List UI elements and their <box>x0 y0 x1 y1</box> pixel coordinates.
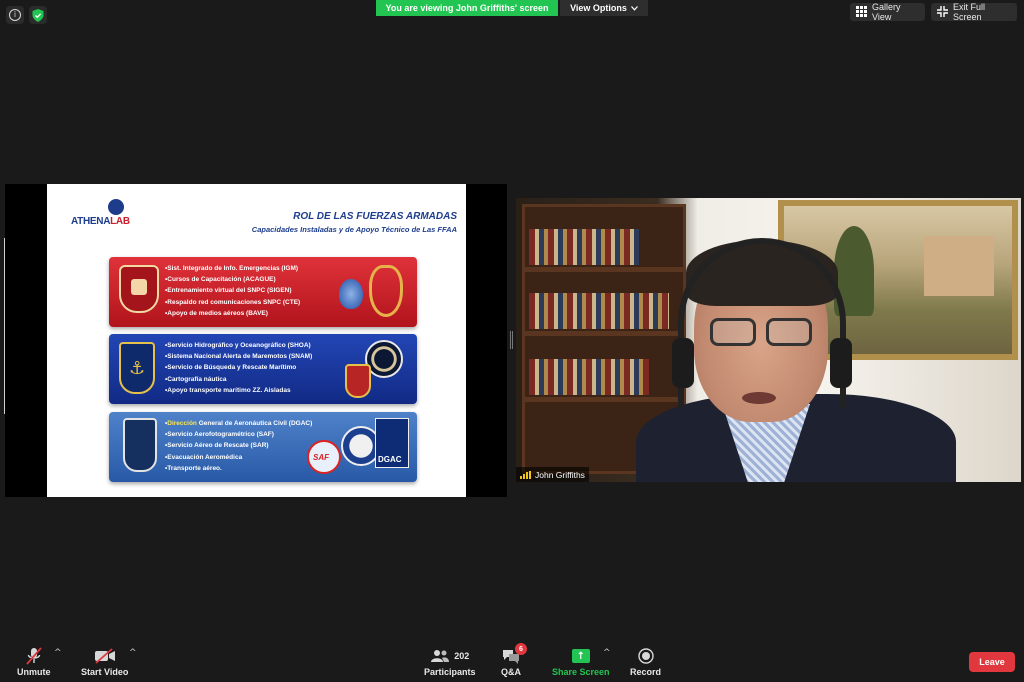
list-item: Dirección General de Aeronáutica Civil (… <box>165 418 312 429</box>
list-item: Servicio Hidrográfico y Oceanográfico (S… <box>165 340 312 351</box>
qa-button[interactable]: 6 Q&A <box>501 643 527 677</box>
qa-label: Q&A <box>501 667 521 677</box>
headset-earcup-right <box>830 338 852 388</box>
dgac-logo: DGAC <box>375 418 409 468</box>
video-camera-off-icon <box>94 645 116 667</box>
list-item: Sistema Nacional Alerta de Maremotos (SN… <box>165 351 312 362</box>
start-video-label: Start Video <box>81 667 129 677</box>
athenalab-logo: ATHENALAB <box>71 199 137 233</box>
navy-capabilities-band: ⚓ Servicio Hidrográfico y Oceanográfico … <box>109 334 417 404</box>
air-force-capabilities-band: Dirección General de Aeronáutica Civil (… <box>109 412 417 482</box>
share-screen-label: Share Screen <box>552 667 610 677</box>
list-item: Respaldo red comunicaciones SNPC (CTE) <box>165 297 300 308</box>
share-screen-button[interactable]: ↑ Share Screen <box>552 645 610 677</box>
navy-anchor-emblem-icon: ⚓ <box>119 342 155 394</box>
slide-subtitle: Capacidades Instaladas y de Apoyo Técnic… <box>251 225 457 234</box>
share-screen-icon-wrap: ↑ <box>571 645 590 667</box>
video-options-caret-icon[interactable]: ^ <box>129 648 137 658</box>
record-icon <box>637 645 654 667</box>
list-item: Servicio de Búsqueda y Rescate Marítimo <box>165 362 312 373</box>
exit-full-screen-button[interactable]: Exit Full Screen <box>931 2 1017 22</box>
participants-icon-wrap: 202 <box>430 645 469 667</box>
logo-text: ATHENALAB <box>71 216 130 227</box>
microphone-muted-icon <box>26 645 42 667</box>
air-force-emblem-icon <box>123 418 157 472</box>
gallery-view-button[interactable]: Gallery View <box>850 2 925 22</box>
army-capabilities-list: Sist. Integrado de Info. Emergencias (IG… <box>165 263 300 319</box>
list-item: Servicio Aerofotogramétrico (SAF) <box>165 429 312 440</box>
record-button[interactable]: Record <box>630 645 661 677</box>
person-mouth <box>742 392 776 404</box>
participants-icon <box>431 650 450 662</box>
security-shield-icon[interactable] <box>29 6 47 24</box>
army-aviation-emblem-icon <box>369 265 403 317</box>
headset-earcup-left <box>672 338 694 388</box>
presentation-slide: ATHENALAB ROL DE LAS FUERZAS ARMADAS Cap… <box>47 184 466 497</box>
participants-button[interactable]: 202 Participants <box>424 645 476 677</box>
list-item: Evacuación Aeromédica <box>165 452 312 463</box>
list-item: Entrenamiento virtual del SNPC (SIGEN) <box>165 285 300 296</box>
participant-video-tile[interactable]: John Griffiths <box>516 198 1021 482</box>
participant-name: John Griffiths <box>535 469 585 480</box>
list-item: Cursos de Capacitación (ACAGUE) <box>165 274 300 285</box>
chevron-down-icon <box>630 3 638 13</box>
army-emblem-icon <box>119 265 159 313</box>
unmute-button[interactable]: Unmute <box>17 645 51 677</box>
exit-full-screen-label: Exit Full Screen <box>953 2 986 22</box>
gallery-view-label: Gallery View <box>872 2 901 22</box>
leave-button[interactable]: Leave <box>969 652 1015 672</box>
air-force-capabilities-list: Dirección General de Aeronáutica Civil (… <box>165 418 312 474</box>
logo-globe-icon <box>108 199 124 215</box>
share-screen-arrow-icon: ↑ <box>571 649 590 663</box>
start-video-button[interactable]: Start Video <box>81 645 128 677</box>
igm-globe-emblem-icon <box>339 279 363 309</box>
search-rescue-emblem-icon <box>345 364 371 398</box>
unmute-label: Unmute <box>17 667 51 677</box>
shared-screen[interactable]: ATHENALAB ROL DE LAS FUERZAS ARMADAS Cap… <box>5 184 507 497</box>
meeting-info-icon[interactable]: i <box>6 6 24 24</box>
list-item: Servicio Aéreo de Rescate (SAR) <box>165 440 312 451</box>
view-options-button[interactable]: View Options <box>560 0 648 16</box>
slide-title: ROL DE LAS FUERZAS ARMADAS <box>293 211 457 222</box>
list-item: Transporte aéreo. <box>165 463 312 474</box>
record-label: Record <box>630 667 662 677</box>
list-item: Apoyo transporte marítimo ZZ. Aisladas <box>165 385 312 396</box>
qa-icon-wrap: 6 <box>501 643 527 667</box>
view-options-label: View Options <box>570 3 627 13</box>
grid-icon <box>856 5 867 19</box>
qa-notification-badge: 6 <box>515 643 527 655</box>
list-item: Apoyo de medios aéreos (BAVE) <box>165 308 300 319</box>
list-item: Cartografía náutica <box>165 374 312 385</box>
audio-options-caret-icon[interactable]: ^ <box>54 648 62 658</box>
participants-count: 202 <box>454 651 470 661</box>
saf-logo: SAF <box>307 440 341 474</box>
exit-fullscreen-icon <box>937 5 948 19</box>
share-options-caret-icon[interactable]: ^ <box>603 648 611 658</box>
list-item: Sist. Integrado de Info. Emergencias (IG… <box>165 263 300 274</box>
participants-label: Participants <box>424 667 476 677</box>
split-view-divider-handle[interactable] <box>510 331 513 349</box>
navy-capabilities-list: Servicio Hidrográfico y Oceanográfico (S… <box>165 340 312 396</box>
signal-strength-icon <box>520 470 531 479</box>
army-capabilities-band: Sist. Integrado de Info. Emergencias (IG… <box>109 257 417 327</box>
glasses <box>710 318 814 348</box>
participant-name-tag: John Griffiths <box>516 467 589 482</box>
viewing-screen-banner: You are viewing John Griffiths' screen <box>376 0 558 16</box>
